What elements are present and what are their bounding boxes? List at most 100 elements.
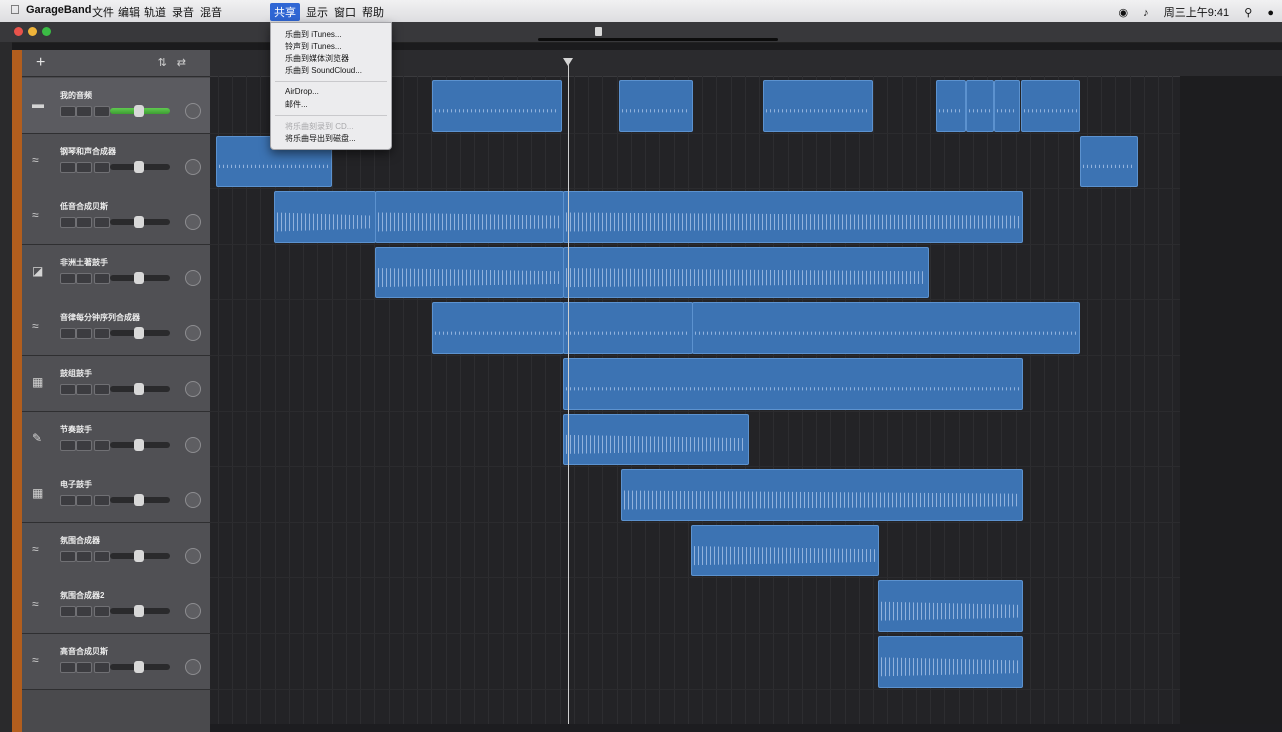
mute-button[interactable]: [60, 550, 76, 562]
audio-region[interactable]: [878, 636, 1023, 688]
solo-button[interactable]: [76, 495, 92, 507]
headphones-button[interactable]: [94, 606, 110, 618]
headphones-button[interactable]: [94, 439, 110, 451]
minimize-window-button[interactable]: [28, 27, 37, 36]
audio-region[interactable]: [1021, 80, 1080, 132]
menu-item-mail[interactable]: 邮件...: [285, 99, 308, 110]
menu-item-song-to-soundcloud[interactable]: 乐曲到 SoundCloud...: [285, 65, 362, 76]
audio-region[interactable]: [375, 246, 564, 299]
apple-menu-icon[interactable]: : [10, 2, 20, 17]
audio-region[interactable]: [691, 524, 879, 577]
mute-button[interactable]: [60, 272, 76, 284]
solo-button[interactable]: [76, 272, 92, 284]
volume-slider-knob[interactable]: [134, 327, 144, 340]
track-header[interactable]: ▬ 我的音频: [22, 78, 210, 134]
menu-window[interactable]: 窗口: [334, 4, 356, 20]
volume-slider-knob[interactable]: [134, 271, 144, 284]
headphones-button[interactable]: [94, 384, 110, 395]
track-header[interactable]: ≈ 高音合成贝斯: [22, 634, 210, 690]
audio-region[interactable]: [432, 80, 562, 132]
volume-slider-knob[interactable]: [134, 383, 144, 395]
volume-slider-knob[interactable]: [134, 438, 144, 451]
solo-button[interactable]: [76, 662, 92, 673]
volume-icon[interactable]: ♪: [1143, 7, 1149, 19]
track-name[interactable]: 非洲土著鼓手: [60, 257, 108, 268]
audio-region[interactable]: [878, 580, 1023, 632]
audio-region[interactable]: [936, 80, 966, 132]
track-header[interactable]: ≈ 音律每分钟序列合成器: [22, 300, 210, 357]
track-name[interactable]: 氛围合成器: [60, 535, 100, 546]
volume-slider-knob[interactable]: [134, 605, 144, 618]
track-header[interactable]: ≈ 氛围合成器2: [22, 578, 210, 635]
zoom-window-button[interactable]: [42, 27, 51, 36]
playhead[interactable]: [568, 62, 569, 724]
track-header[interactable]: ◪ 非洲土著鼓手: [22, 244, 210, 301]
siri-icon[interactable]: ●: [1267, 7, 1274, 19]
mute-button[interactable]: [60, 328, 76, 340]
pan-knob[interactable]: [185, 492, 201, 509]
track-header[interactable]: ≈ 氛围合成器: [22, 522, 210, 579]
track-header[interactable]: ▦ 电子鼓手: [22, 467, 210, 524]
track-name[interactable]: 低音合成贝斯: [60, 201, 108, 212]
clock[interactable]: 周三上午9:41: [1164, 7, 1229, 19]
pan-knob[interactable]: [185, 269, 201, 286]
spotlight-icon[interactable]: ⚲: [1244, 7, 1252, 19]
solo-button[interactable]: [76, 106, 92, 117]
pan-knob[interactable]: [185, 158, 201, 175]
menu-item-export-to-disk[interactable]: 将乐曲导出到磁盘...: [285, 133, 356, 144]
audio-region[interactable]: [274, 191, 376, 243]
menu-mix[interactable]: 混音: [200, 4, 222, 20]
menu-item-song-to-media-browser[interactable]: 乐曲到媒体浏览器: [285, 53, 349, 64]
audio-region[interactable]: [563, 358, 1023, 410]
menu-item-airdrop[interactable]: AirDrop...: [285, 87, 319, 96]
headphones-button[interactable]: [94, 495, 110, 507]
pan-knob[interactable]: [185, 381, 201, 397]
track-name[interactable]: 氛围合成器2: [60, 590, 104, 601]
audio-region[interactable]: [563, 413, 749, 466]
menu-help[interactable]: 帮助: [362, 4, 384, 20]
audio-region[interactable]: [432, 302, 564, 354]
solo-button[interactable]: [76, 439, 92, 451]
horizontal-scrollbar[interactable]: [210, 724, 1282, 732]
menu-share[interactable]: 共享: [270, 3, 300, 21]
audio-region[interactable]: [563, 246, 929, 299]
menu-edit[interactable]: 编辑: [118, 4, 140, 20]
menu-item-song-to-itunes[interactable]: 乐曲到 iTunes...: [285, 29, 342, 40]
pan-knob[interactable]: [185, 547, 201, 564]
solo-button[interactable]: [76, 217, 92, 229]
mute-button[interactable]: [60, 662, 76, 673]
track-name[interactable]: 电子鼓手: [60, 479, 92, 490]
audio-region[interactable]: [619, 80, 693, 132]
volume-slider-knob[interactable]: [134, 494, 144, 507]
track-name[interactable]: 音律每分钟序列合成器: [60, 312, 140, 323]
headphones-button[interactable]: [94, 217, 110, 229]
menu-track[interactable]: 轨道: [144, 4, 166, 20]
mute-button[interactable]: [60, 106, 76, 117]
pan-knob[interactable]: [185, 325, 201, 342]
mute-button[interactable]: [60, 384, 76, 395]
audio-region[interactable]: [621, 469, 1023, 521]
audio-region[interactable]: [763, 80, 873, 132]
pan-knob[interactable]: [185, 214, 201, 231]
mute-button[interactable]: [60, 439, 76, 451]
headphones-button[interactable]: [94, 106, 110, 117]
track-name[interactable]: 我的音频: [60, 90, 92, 101]
menu-record[interactable]: 录音: [172, 4, 194, 20]
solo-button[interactable]: [76, 161, 92, 173]
mute-button[interactable]: [60, 217, 76, 229]
solo-button[interactable]: [76, 384, 92, 395]
volume-slider-knob[interactable]: [134, 160, 144, 173]
volume-slider-knob[interactable]: [134, 105, 144, 117]
mute-button[interactable]: [60, 606, 76, 618]
solo-button[interactable]: [76, 606, 92, 618]
close-window-button[interactable]: [14, 27, 23, 36]
headphones-button[interactable]: [94, 550, 110, 562]
track-header[interactable]: ≈ 低音合成贝斯: [22, 189, 210, 246]
track-name[interactable]: 钢琴和声合成器: [60, 146, 116, 157]
menu-file[interactable]: 文件: [92, 4, 114, 20]
headphones-button[interactable]: [94, 662, 110, 673]
volume-slider-knob[interactable]: [134, 216, 144, 229]
audio-region[interactable]: [563, 302, 693, 354]
track-header[interactable]: ≈ 钢琴和声合成器: [22, 133, 210, 190]
smart-controls-icon[interactable]: ⇅⇄: [158, 56, 196, 69]
